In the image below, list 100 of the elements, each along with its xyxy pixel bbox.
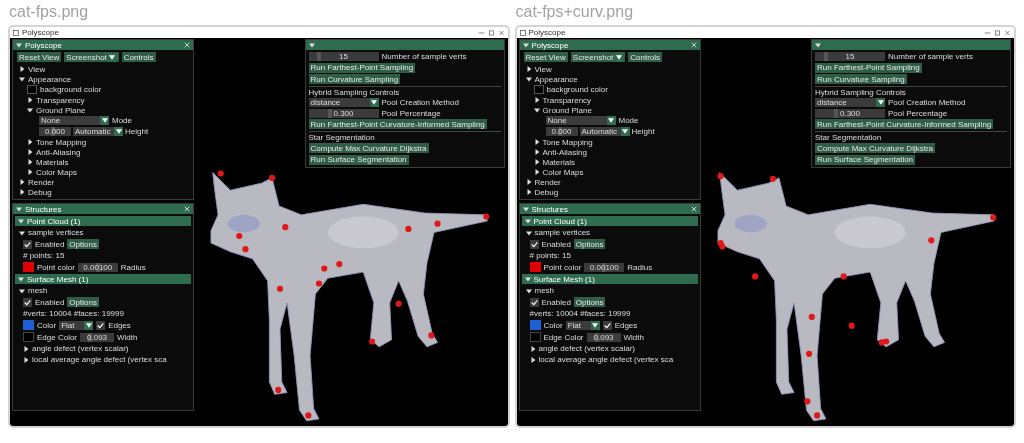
file-label: cat-fps.png <box>9 3 89 20</box>
tree-node[interactable]: View <box>534 64 552 74</box>
tree-node[interactable]: Debug <box>534 187 559 197</box>
panel-button[interactable]: Reset View <box>523 52 568 62</box>
field-label: Color <box>37 320 57 330</box>
panel-button[interactable]: Run Farthest-Point Sampling <box>815 62 922 73</box>
window-title: Polyscope <box>528 28 567 37</box>
tree-node[interactable]: Transparency <box>542 95 592 105</box>
panel-button[interactable]: Screenshot <box>570 52 626 62</box>
panel-button[interactable]: Run Curvature Sampling <box>815 74 907 84</box>
panel-header[interactable]: Surface Mesh (1) <box>521 274 698 284</box>
panel-button[interactable]: Run Farthest-Point Sampling <box>308 62 416 73</box>
tree-node[interactable]: Render <box>28 177 55 187</box>
dropdown[interactable]: Automatic <box>579 127 630 136</box>
field-label: Enabled <box>35 297 65 307</box>
slider[interactable]: 0.093 <box>80 332 115 342</box>
tree-node[interactable]: View <box>28 64 46 74</box>
panel-header[interactable]: Polyscope <box>13 40 193 50</box>
tree-node[interactable]: Materials <box>542 157 575 167</box>
field-label: Width <box>117 332 138 342</box>
tree-node[interactable]: Transparency <box>36 95 85 105</box>
panel-button[interactable]: Reset View <box>17 52 62 62</box>
tree-node[interactable]: Color Maps <box>542 167 584 177</box>
tree-node[interactable]: mesh <box>534 286 555 295</box>
panel-header[interactable]: Polyscope <box>519 40 700 50</box>
tree-node[interactable]: mesh <box>28 286 48 295</box>
slider[interactable]: 0.00100 <box>77 262 118 272</box>
panel-header[interactable]: Point Cloud (1) <box>15 216 191 226</box>
tree-node[interactable]: Anti-Aliasing <box>36 147 81 157</box>
panel-button[interactable]: Run Surface Segmentation <box>815 154 916 165</box>
tree-node[interactable]: Render <box>534 177 561 187</box>
panel-button[interactable]: Options <box>573 239 606 249</box>
window-title: Polyscope <box>22 28 60 37</box>
field-label: Height <box>125 127 149 136</box>
panel-button[interactable]: Run Farthest-Point Curvature-Informed Sampling <box>308 119 487 129</box>
tree-node[interactable]: Materials <box>36 157 69 167</box>
panel-button[interactable]: Controls <box>121 52 156 62</box>
dropdown[interactable]: None <box>39 116 109 125</box>
info-text: #verts: 10004 #faces: 19999 <box>529 309 632 318</box>
slider[interactable]: 0.093 <box>586 332 621 342</box>
panel-button[interactable]: Run Surface Segmentation <box>308 154 409 165</box>
tree-node[interactable]: Ground Plane <box>542 105 592 115</box>
tree-node[interactable]: sample vertices <box>534 228 591 237</box>
slider[interactable]: 0.300 <box>815 108 885 118</box>
tree-node[interactable]: Tone Mapping <box>36 137 87 147</box>
tree-node[interactable]: Appearance <box>534 74 578 84</box>
file-label: cat-fps+curv.png <box>515 3 634 20</box>
field-label: Color <box>543 320 563 330</box>
dropdown[interactable]: Automatic <box>73 127 123 136</box>
field-label: Height <box>631 127 655 136</box>
panel-button[interactable]: Options <box>67 239 99 249</box>
panel-header[interactable]: Surface Mesh (1) <box>15 274 191 284</box>
tree-node[interactable]: local average angle defect (vertex sca <box>32 355 167 364</box>
panel-button[interactable]: Controls <box>628 52 663 62</box>
section-heading: Star Segmentation <box>815 132 882 142</box>
info-text: # points: 15 <box>23 251 66 260</box>
slider[interactable]: 15 <box>815 52 885 61</box>
panel-button[interactable]: Compute Max Curvature Dijkstra <box>308 143 429 153</box>
slider[interactable]: 0.300 <box>308 108 379 118</box>
panel-button[interactable]: Compute Max Curvature Dijkstra <box>815 143 936 153</box>
tree-node[interactable]: angle defect (vertex scalar) <box>538 344 635 353</box>
section-heading: Hybrid Sampling Controls <box>815 87 906 97</box>
dropdown[interactable]: Flat <box>59 320 94 330</box>
field-label: Edges <box>614 320 638 330</box>
field-label: Pool Creation Method <box>381 98 459 107</box>
tree-node[interactable]: Tone Mapping <box>542 137 593 147</box>
tree-node[interactable]: Anti-Aliasing <box>542 147 587 157</box>
slider[interactable]: 15 <box>308 52 379 61</box>
field-label: Mode <box>618 116 639 125</box>
field-label: Enabled <box>35 239 65 249</box>
panel-header[interactable]: Structures <box>13 204 193 214</box>
dropdown[interactable]: None <box>545 116 616 125</box>
tree-node[interactable]: local average angle defect (vertex sca <box>538 355 674 364</box>
field-label: Point color <box>37 262 75 272</box>
tree-node[interactable]: Color Maps <box>36 167 77 177</box>
tree-node[interactable]: angle defect (vertex scalar) <box>32 344 129 353</box>
field-label: background color <box>546 85 608 94</box>
field-label: Edges <box>108 320 131 330</box>
tree-node[interactable]: Appearance <box>28 74 72 84</box>
panel-button[interactable]: Screenshot <box>64 52 119 62</box>
panel-header[interactable]: Point Cloud (1) <box>521 216 698 226</box>
field-label: Width <box>623 332 644 342</box>
tree-node[interactable]: Debug <box>28 187 52 197</box>
panel-button[interactable]: Run Farthest-Point Curvature-Informed Sampling <box>815 119 994 129</box>
section-heading: Hybrid Sampling Controls <box>308 87 400 97</box>
slider[interactable]: 0.000 <box>545 127 578 136</box>
slider[interactable]: 0.00100 <box>584 262 625 272</box>
panel-button[interactable]: Options <box>67 297 99 307</box>
field-label: Enabled <box>541 239 571 249</box>
dropdown[interactable]: distance <box>308 98 379 107</box>
dropdown[interactable]: distance <box>815 98 885 107</box>
field-label: Number of sample verts <box>381 52 467 61</box>
field-label: Pool Percentage <box>888 108 948 118</box>
tree-node[interactable]: Ground Plane <box>36 105 86 115</box>
panel-header[interactable]: Structures <box>519 204 700 214</box>
panel-button[interactable]: Options <box>573 297 606 307</box>
dropdown[interactable]: Flat <box>565 320 600 330</box>
tree-node[interactable]: sample vertices <box>28 228 84 237</box>
slider[interactable]: 0.000 <box>39 127 71 136</box>
panel-button[interactable]: Run Curvature Sampling <box>308 74 401 84</box>
